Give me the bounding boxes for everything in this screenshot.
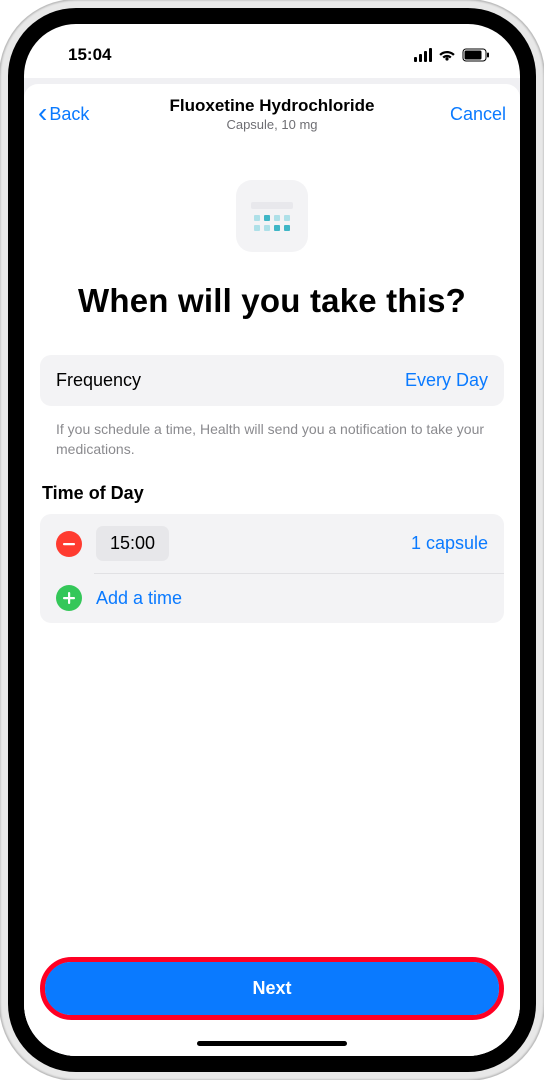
modal-backdrop: ‹ Back Fluoxetine Hydrochloride Capsule,… [24, 78, 520, 1056]
modal-sheet: ‹ Back Fluoxetine Hydrochloride Capsule,… [24, 84, 520, 1056]
screen: 15:04 ‹ Back [24, 24, 520, 1056]
status-bar: 15:04 [24, 24, 520, 72]
wifi-icon [438, 48, 456, 62]
status-time: 15:04 [50, 45, 111, 65]
next-button-highlight: Next [40, 957, 504, 1020]
calendar-icon [236, 180, 308, 252]
status-icons [414, 48, 494, 62]
back-button[interactable]: ‹ Back [38, 104, 89, 125]
frequency-label: Frequency [56, 370, 141, 391]
time-list: 15:00 1 capsule Add a time [40, 514, 504, 623]
nav-title: Fluoxetine Hydrochloride Capsule, 10 mg [170, 96, 375, 132]
frequency-row[interactable]: Frequency Every Day [40, 355, 504, 406]
home-indicator[interactable] [197, 1041, 347, 1046]
phone-bezel: 15:04 ‹ Back [8, 8, 536, 1072]
cancel-button[interactable]: Cancel [422, 104, 506, 125]
phone-frame: 15:04 ‹ Back [0, 0, 544, 1080]
cellular-icon [414, 48, 432, 62]
plus-icon [62, 591, 76, 605]
next-button[interactable]: Next [45, 962, 499, 1015]
footer: Next [24, 941, 520, 1056]
back-label: Back [49, 104, 89, 125]
dose-picker[interactable]: 1 capsule [411, 533, 488, 554]
battery-icon [462, 48, 490, 62]
add-time-row[interactable]: Add a time [40, 573, 504, 623]
add-time-button[interactable] [56, 585, 82, 611]
time-row: 15:00 1 capsule [40, 514, 504, 573]
minus-icon [62, 537, 76, 551]
schedule-hint: If you schedule a time, Health will send… [40, 416, 504, 483]
frequency-value: Every Day [405, 370, 488, 391]
time-picker[interactable]: 15:00 [96, 526, 169, 561]
add-time-label: Add a time [96, 588, 182, 609]
medication-name: Fluoxetine Hydrochloride [170, 96, 375, 116]
page-headline: When will you take this? [40, 282, 504, 321]
nav-bar: ‹ Back Fluoxetine Hydrochloride Capsule,… [24, 84, 520, 140]
medication-form: Capsule, 10 mg [170, 117, 375, 132]
time-section-title: Time of Day [40, 483, 504, 514]
remove-time-button[interactable] [56, 531, 82, 557]
content: When will you take this? Frequency Every… [24, 140, 520, 941]
